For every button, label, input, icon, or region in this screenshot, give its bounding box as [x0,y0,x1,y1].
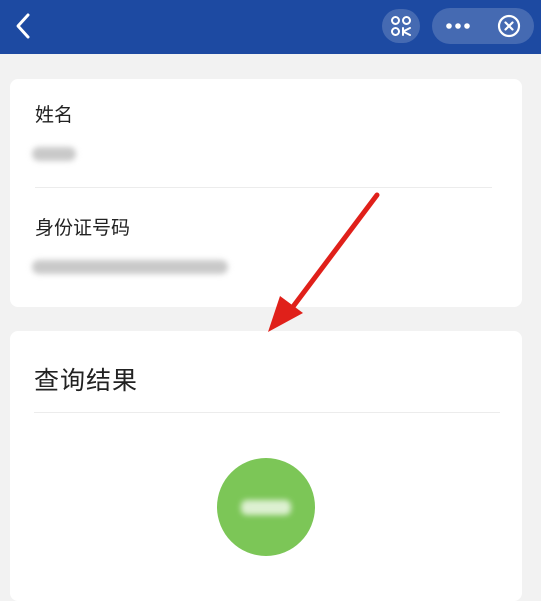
id-number-label: 身份证号码 [35,217,131,239]
scan-button[interactable] [382,9,420,43]
name-value-redacted [32,147,76,161]
query-result-card: 查询结果 [10,331,522,601]
close-circle-icon [497,14,521,38]
more-dots-icon [446,23,470,29]
chevron-left-icon [16,13,30,39]
navigation-bar [0,0,541,54]
back-button[interactable] [6,8,42,44]
status-text-redacted [241,500,291,515]
mini-program-capsule [432,8,534,44]
id-number-value-redacted [32,260,228,274]
scan-icon [391,16,411,36]
field-divider [35,187,492,188]
close-button[interactable] [484,8,534,44]
result-title: 查询结果 [34,366,139,395]
name-label: 姓名 [35,104,74,126]
result-status-badge [217,458,315,556]
query-form-card: 姓名 身份证号码 [10,79,522,307]
more-button[interactable] [432,8,484,44]
result-divider [34,412,500,413]
